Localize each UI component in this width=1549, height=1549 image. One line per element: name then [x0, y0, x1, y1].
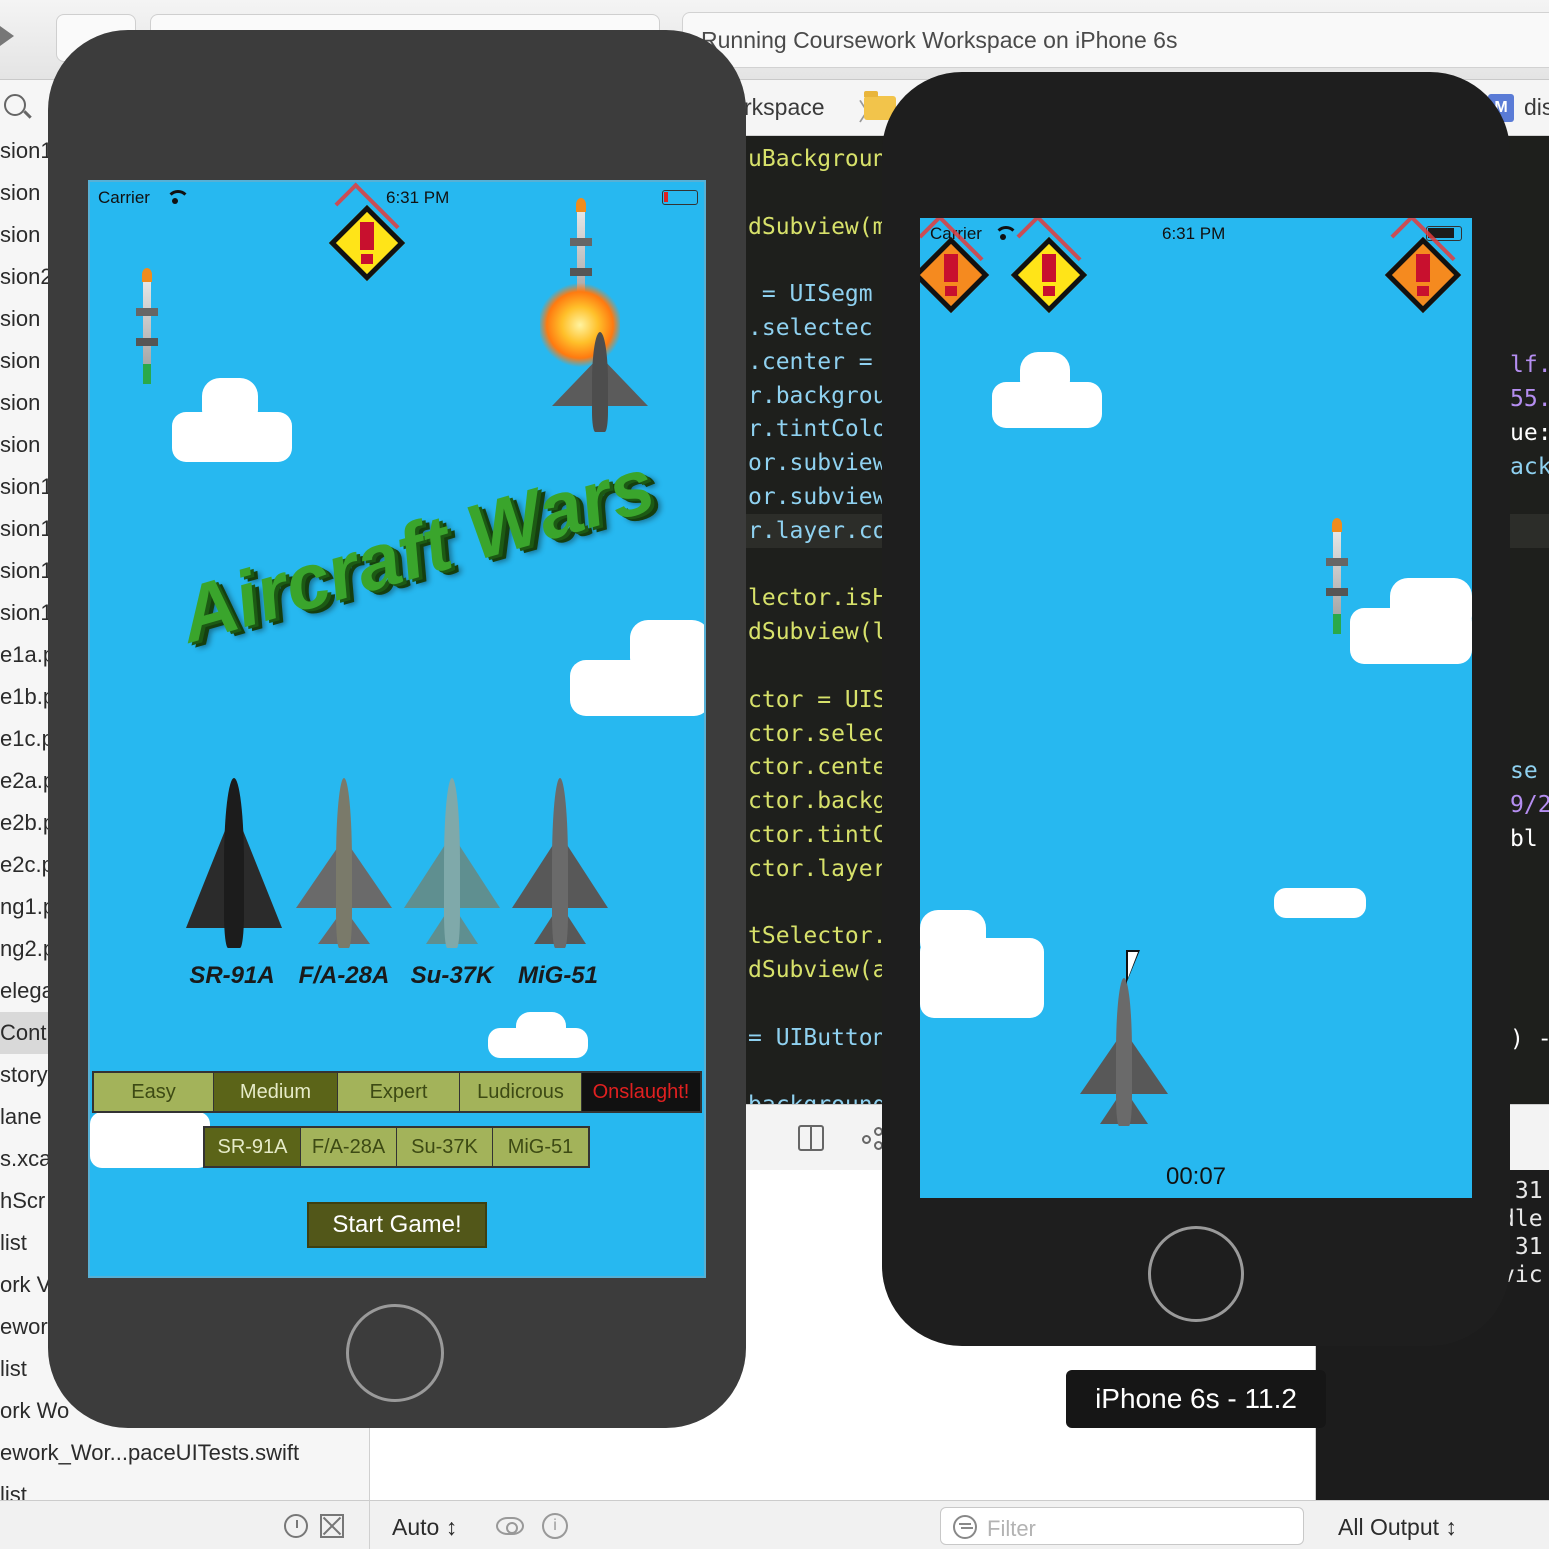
code-line[interactable]: ctor.tintC	[748, 818, 886, 852]
battery-icon	[662, 190, 698, 205]
difficulty-segmented-control[interactable]: Easy Medium Expert Ludicrous Onslaught!	[92, 1071, 702, 1113]
activity-text: Running Coursework Workspace on iPhone 6…	[701, 27, 1178, 53]
missile-icon	[136, 268, 158, 388]
code-line[interactable]: .center =	[748, 345, 873, 379]
start-game-button[interactable]: Start Game!	[307, 1202, 487, 1248]
variables-scope-select[interactable]: Auto ↕	[392, 1514, 457, 1541]
fa-28a-plane-icon	[296, 778, 392, 948]
code-line[interactable]: uBackgroun	[748, 142, 886, 176]
code-line[interactable]: ) -	[1510, 1022, 1549, 1056]
code-line[interactable]: ctor.selec	[748, 717, 886, 751]
code-line[interactable]: bl	[1510, 822, 1538, 856]
code-line[interactable]: lector.isH	[748, 581, 886, 615]
enemy-plane-icon	[552, 332, 648, 432]
cloud	[1274, 888, 1366, 918]
cloud	[90, 1112, 210, 1168]
status-time: 6:31 PM	[1162, 224, 1226, 243]
code-line[interactable]: = UISegm	[748, 277, 873, 311]
code-line[interactable]: 55.	[1510, 382, 1549, 416]
view-hierarchy-icon[interactable]	[798, 1125, 824, 1151]
segment-ludicrous[interactable]: Ludicrous	[460, 1073, 582, 1111]
filter-icon	[953, 1515, 977, 1539]
warning-icon-orange	[920, 218, 990, 314]
code-line[interactable]: .selectec	[748, 311, 873, 345]
warning-icon-yellow	[1010, 218, 1088, 314]
code-line[interactable]: = UIButton	[748, 1021, 886, 1055]
segment-expert[interactable]: Expert	[338, 1073, 460, 1111]
device-name-tooltip: iPhone 6s - 11.2	[1066, 1370, 1326, 1428]
cloud	[630, 620, 704, 676]
info-icon[interactable]: i	[542, 1513, 568, 1539]
segment-easy[interactable]: Easy	[94, 1073, 214, 1111]
scm-filter-icon[interactable]	[320, 1514, 344, 1538]
code-line[interactable]: ctor = UIS	[748, 683, 886, 717]
code-line[interactable]: backgroundC	[748, 1088, 900, 1104]
navigator-file-row[interactable]: ework_Wor...paceUITests.swift	[0, 1432, 369, 1474]
segment-medium[interactable]: Medium	[214, 1073, 338, 1111]
segment-mig-51[interactable]: MiG-51	[493, 1128, 588, 1166]
su-37k-plane-icon	[404, 778, 500, 948]
cloud	[1020, 352, 1070, 398]
mouse-cursor-icon	[1126, 950, 1140, 984]
code-line[interactable]: ue:	[1510, 416, 1549, 450]
breadcrumb-workspace[interactable]: rkspace	[744, 94, 825, 121]
segment-sr-91a[interactable]: SR-91A	[205, 1128, 301, 1166]
recent-files-icon[interactable]	[284, 1514, 308, 1538]
quick-look-icon[interactable]	[496, 1517, 524, 1535]
warning-icon-orange	[1384, 218, 1462, 314]
missile-icon	[1326, 518, 1348, 638]
wifi-icon	[166, 190, 190, 204]
segment-f-a-28a[interactable]: F/A-28A	[301, 1128, 397, 1166]
simulator-screen-menu[interactable]: Carrier 6:31 PM Aircraft Wars SR-91A F/A…	[88, 180, 706, 1278]
mig-51-plane-icon	[512, 778, 608, 948]
search-icon[interactable]	[4, 94, 26, 116]
simulator-screen-game[interactable]: Carrier 6:31 PM 00:07	[920, 218, 1472, 1198]
segment-onslaught[interactable]: Onslaught!	[582, 1073, 700, 1111]
plane-label-su37k: Su-37K	[410, 962, 494, 989]
debug-area-bottom-bar: Auto ↕ i Filter All Output ↕	[370, 1500, 1549, 1549]
cloud	[516, 1012, 566, 1042]
run-icon[interactable]	[0, 26, 14, 46]
segment-su-37k[interactable]: Su-37K	[397, 1128, 493, 1166]
code-line[interactable]: se	[1510, 754, 1538, 788]
code-line[interactable]: r.tintColo	[748, 412, 886, 446]
navigator-file-row[interactable]: list	[0, 1474, 369, 1500]
code-line[interactable]: 9/2	[1510, 788, 1549, 822]
code-line[interactable]: dSubview(a	[748, 953, 886, 987]
breadcrumb-file[interactable]: dis	[1524, 94, 1549, 121]
output-select[interactable]: All Output ↕	[1338, 1514, 1457, 1541]
code-line[interactable]: tSelector.	[748, 919, 886, 953]
code-line[interactable]: ctor.layer	[748, 852, 886, 886]
sr-91a-plane-icon	[186, 778, 282, 948]
code-line[interactable]: or.subview	[748, 446, 886, 480]
code-line[interactable]: ctor.cente	[748, 750, 886, 784]
code-line[interactable]: ack	[1510, 450, 1549, 484]
filter-placeholder: Filter	[987, 1516, 1036, 1541]
navigator-filter-bar	[0, 1500, 370, 1549]
carrier-label: Carrier	[98, 188, 150, 207]
game-title: Aircraft Wars	[169, 440, 664, 660]
code-line[interactable]: or.subview	[748, 480, 886, 514]
code-line[interactable]: ctor.backg	[748, 784, 886, 818]
plane-label-sr91a: SR-91A	[189, 962, 275, 989]
code-line[interactable]: r.backgrou	[748, 379, 886, 413]
player-plane-icon[interactable]	[1080, 978, 1168, 1126]
warning-icon	[328, 182, 406, 282]
home-button[interactable]	[346, 1304, 444, 1402]
cloud	[202, 378, 258, 428]
activity-view: Running Coursework Workspace on iPhone 6…	[682, 12, 1549, 68]
cloud	[1390, 578, 1472, 634]
code-line[interactable]: lf.	[1510, 348, 1549, 382]
plane-label-fa28a: F/A-28A	[298, 962, 390, 989]
code-line[interactable]: r.layer.co	[748, 514, 886, 548]
code-line[interactable]: dSubview(l	[748, 615, 886, 649]
home-button[interactable]	[1148, 1226, 1244, 1322]
plane-label-mig51: MiG-51	[517, 962, 598, 989]
cloud	[920, 910, 986, 960]
code-line[interactable]: dSubview(m	[748, 210, 886, 244]
xcode-window: Running Coursework Workspace on iPhone 6…	[0, 0, 1549, 1549]
aircraft-segmented-control[interactable]: SR-91A F/A-28A Su-37K MiG-51	[203, 1126, 590, 1168]
game-timer: 00:07	[1165, 1163, 1227, 1190]
console-filter-field[interactable]: Filter	[940, 1507, 1304, 1545]
